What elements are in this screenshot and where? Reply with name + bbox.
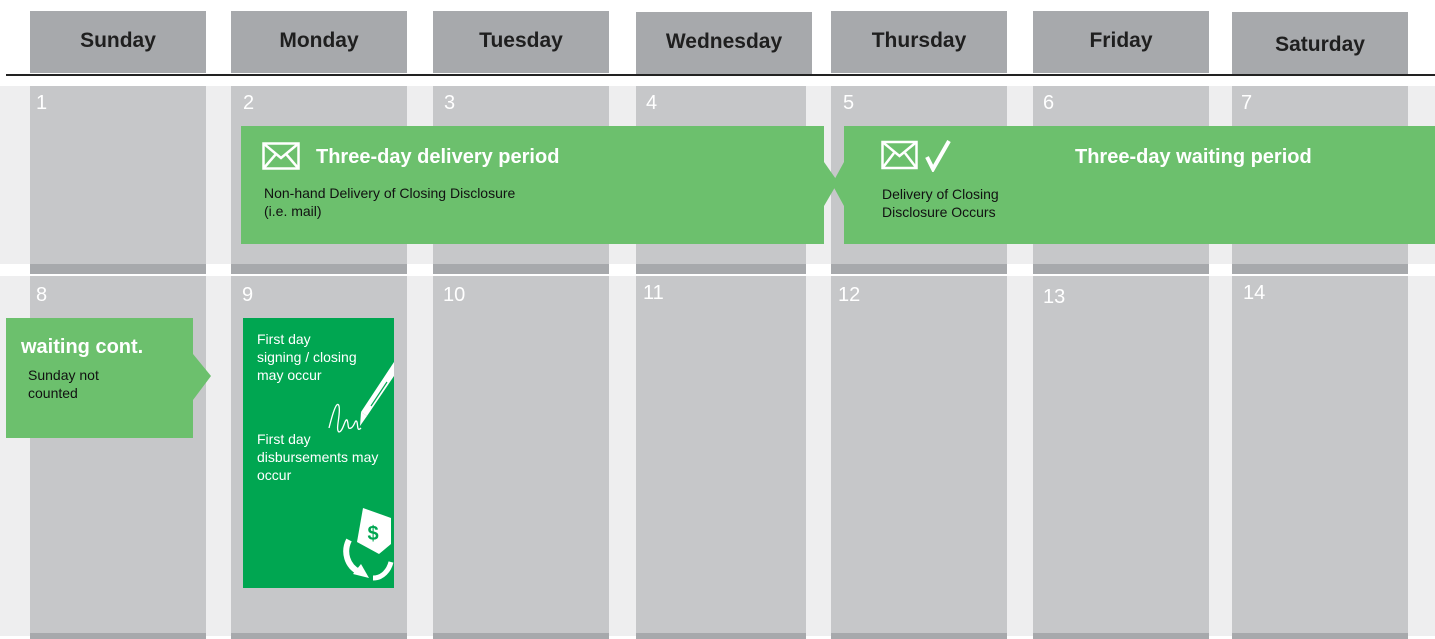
svg-text:$: $	[367, 523, 378, 545]
signing-line3: may occur	[257, 367, 322, 383]
delivery-period-line2: (i.e. mail)	[264, 203, 322, 219]
day-number: 13	[1043, 286, 1066, 308]
header-friday: Friday	[1033, 11, 1209, 73]
week-separator	[831, 264, 1007, 274]
cell-day-1	[30, 86, 206, 264]
header-wednesday: Wednesday	[636, 12, 812, 74]
waiting-period-arrow	[824, 126, 846, 244]
day-number: 3	[444, 92, 456, 114]
header-divider	[6, 74, 1435, 76]
bottom-strip	[30, 633, 206, 639]
header-label: Monday	[279, 29, 359, 52]
header-label: Sunday	[80, 29, 156, 52]
bottom-strip	[1232, 633, 1408, 639]
header-label: Thursday	[871, 29, 967, 52]
header-saturday: Saturday	[1232, 12, 1408, 74]
cell-day-11	[636, 276, 806, 633]
envelope-icon	[262, 142, 300, 170]
week-separator	[433, 264, 609, 274]
cell-day-14	[1232, 276, 1408, 633]
delivery-period-line1: Non-hand Delivery of Closing Disclosure	[264, 185, 516, 201]
header-label: Tuesday	[479, 29, 563, 52]
delivery-period-title: Three-day delivery period	[316, 146, 560, 168]
waiting-period-line1: Delivery of Closing	[882, 186, 999, 202]
day-number: 5	[843, 92, 855, 114]
delivery-period-banner: Three-day delivery period Non-hand Deliv…	[241, 126, 824, 244]
day-number: 10	[443, 284, 466, 306]
week-separator	[636, 264, 806, 274]
day-number: 6	[1043, 92, 1055, 114]
disbursement-line3: occur	[257, 467, 292, 483]
day-number: 1	[36, 92, 48, 114]
waiting-period-banner: Three-day waiting period Delivery of Clo…	[845, 126, 1435, 244]
week-separator	[30, 264, 206, 274]
header-label: Saturday	[1275, 33, 1365, 56]
day-number: 12	[838, 284, 861, 306]
first-day-box: First day signing / closing may occur Fi…	[243, 318, 394, 588]
day-number: 14	[1243, 282, 1266, 304]
cell-day-10	[433, 276, 609, 633]
waiting-continued-title: waiting cont.	[21, 336, 144, 358]
day-number: 4	[646, 92, 658, 114]
waiting-continued-arrow	[193, 354, 211, 400]
waiting-continued-line1: Sunday not	[28, 367, 99, 383]
header-thursday: Thursday	[831, 11, 1007, 73]
day-number: 9	[242, 284, 254, 306]
waiting-continued-line2: counted	[28, 385, 78, 401]
bottom-strip	[1033, 633, 1209, 639]
week-separator	[1033, 264, 1209, 274]
header-label: Friday	[1089, 29, 1153, 52]
bottom-strip	[831, 633, 1007, 639]
bottom-strip	[636, 633, 806, 639]
header-monday: Monday	[231, 11, 407, 73]
envelope-check-icon	[881, 140, 951, 172]
week-separator	[1232, 264, 1408, 274]
day-number: 2	[243, 92, 255, 114]
disbursement-line2: disbursements may	[257, 449, 379, 465]
day-number: 7	[1241, 92, 1253, 114]
header-tuesday: Tuesday	[433, 11, 609, 73]
header-label: Wednesday	[665, 30, 783, 53]
waiting-period-line2: Disclosure Occurs	[882, 204, 996, 220]
header-sunday: Sunday	[30, 11, 206, 73]
money-cycle-icon: $	[343, 508, 394, 581]
day-number: 11	[643, 282, 664, 304]
signing-line1: First day	[257, 331, 311, 347]
disbursement-line1: First day	[257, 431, 311, 447]
bottom-strip	[433, 633, 609, 639]
bottom-strip	[231, 633, 407, 639]
waiting-period-title: Three-day waiting period	[1075, 146, 1312, 168]
waiting-continued-box: waiting cont. Sunday not counted	[6, 318, 193, 438]
day-number: 8	[36, 284, 48, 306]
cell-day-12	[831, 276, 1007, 633]
week-separator	[231, 264, 407, 274]
cell-day-13	[1033, 276, 1209, 633]
pen-signature-icon	[328, 362, 394, 433]
